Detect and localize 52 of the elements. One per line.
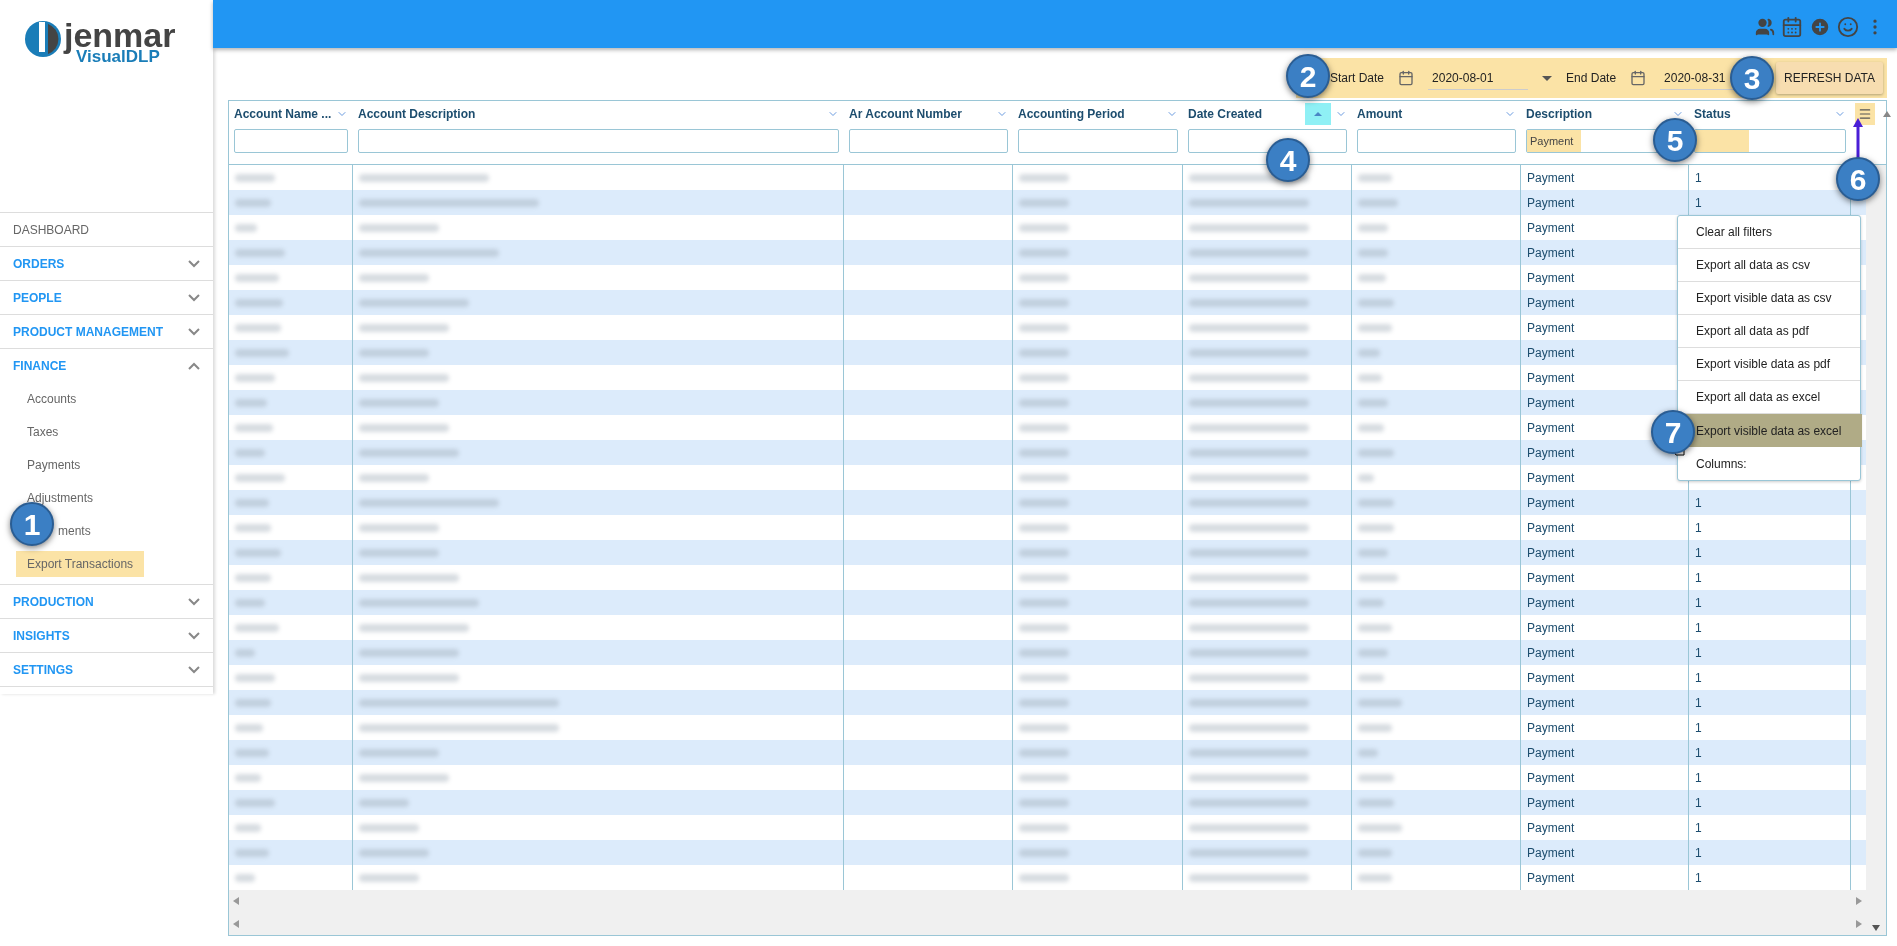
table-cell-text: Payment bbox=[1527, 194, 1575, 212]
table-cell-text: 1 bbox=[1695, 169, 1702, 187]
table-cell-text: Payment bbox=[1527, 544, 1575, 562]
table-cell-text: 1 bbox=[1695, 194, 1702, 212]
table-cell-text: Payment bbox=[1527, 519, 1575, 537]
table-cell-text: Payment bbox=[1527, 644, 1575, 662]
table-cell-text: Payment bbox=[1527, 269, 1575, 287]
table-cell-text: 1 bbox=[1695, 769, 1702, 787]
table-cell-text: 1 bbox=[1695, 594, 1702, 612]
table-cell-text: Payment bbox=[1527, 344, 1575, 362]
table-cell-text: Payment bbox=[1527, 769, 1575, 787]
table-cell-text: 1 bbox=[1695, 794, 1702, 812]
table-cell-text: Payment bbox=[1527, 594, 1575, 612]
table-cell-text: Payment bbox=[1527, 294, 1575, 312]
table-cell-text: Payment bbox=[1527, 319, 1575, 337]
table-cell-text: Payment bbox=[1527, 619, 1575, 637]
table-cell-text: Payment bbox=[1527, 394, 1575, 412]
table-cell-text: Payment bbox=[1527, 369, 1575, 387]
table-cell-text: Payment bbox=[1527, 244, 1575, 262]
table-cell-text: Payment bbox=[1527, 744, 1575, 762]
table-cell-text: Payment bbox=[1527, 719, 1575, 737]
table-cell-text: Payment bbox=[1527, 169, 1575, 187]
table-cell-text: Payment bbox=[1527, 794, 1575, 812]
callout-tooltip: 6 bbox=[1836, 157, 1880, 201]
table-cell-text: 1 bbox=[1695, 619, 1702, 637]
table-cell-text: 1 bbox=[1695, 644, 1702, 662]
table-cell-text: Payment bbox=[1527, 844, 1575, 862]
table-cell-text: Payment bbox=[1527, 469, 1575, 487]
table-cell-text: 1 bbox=[1695, 669, 1702, 687]
table-cell-text: 1 bbox=[1695, 719, 1702, 737]
table-cell-text: Payment bbox=[1527, 219, 1575, 237]
table-cell-text: 1 bbox=[1695, 819, 1702, 837]
table-cell-text: Payment bbox=[1527, 494, 1575, 512]
table-cell-text: 1 bbox=[1695, 544, 1702, 562]
table-cell-text: Payment bbox=[1527, 569, 1575, 587]
start-date-label: Start Date bbox=[1330, 70, 1385, 87]
table-cell-text: 1 bbox=[1695, 744, 1702, 762]
table-cell-text: Payment bbox=[1527, 869, 1575, 887]
table-cell-text: 1 bbox=[1695, 844, 1702, 862]
table-cell-text: Payment bbox=[1527, 669, 1575, 687]
callout-tooltip: 5 bbox=[1653, 118, 1697, 162]
table-cell-text: Payment bbox=[1527, 819, 1575, 837]
table-cell-text: 1 bbox=[1695, 694, 1702, 712]
table-cell-text: 1 bbox=[1695, 519, 1702, 537]
table-cell-text: 1 bbox=[1695, 569, 1702, 587]
callout-tooltip: 2 bbox=[1286, 54, 1330, 98]
table-cell-text: 1 bbox=[1695, 869, 1702, 887]
table-cell-text: Payment bbox=[1527, 444, 1575, 462]
end-date-label: End Date bbox=[1566, 70, 1617, 87]
table-cell-text: Payment bbox=[1527, 419, 1575, 437]
table-cell-text: Payment bbox=[1527, 694, 1575, 712]
table-cell-text: 1 bbox=[1695, 494, 1702, 512]
